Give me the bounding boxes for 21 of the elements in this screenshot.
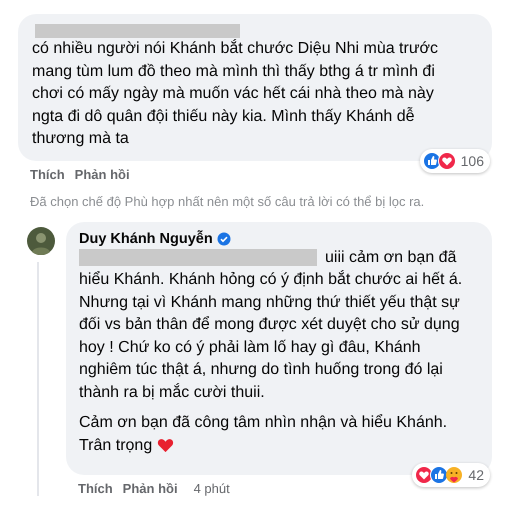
comment-action-link[interactable]: Phản hồi [74, 166, 136, 182]
reply-text: uiii cảm ơn bạn đã [325, 248, 456, 268]
care-reaction-icon [445, 466, 464, 484]
comment-action-link[interactable]: Thích [78, 481, 119, 496]
comment-action-link[interactable]: Thích [30, 166, 71, 182]
author-name[interactable]: Duy Khánh Nguyễn [79, 230, 213, 246]
heart-icon [157, 438, 174, 454]
filter-notice: Đã chọn chế độ Phù hợp nhất nên một số câu trả lời có thể bị lọc ra. [30, 194, 426, 208]
like-reaction-icon [430, 466, 448, 484]
reaction-count: 106 [460, 152, 484, 168]
comment-action-link[interactable]: Phản hồi [122, 481, 184, 496]
reaction-summary[interactable]: 42 [412, 463, 490, 487]
timestamp: 4 phút [194, 481, 230, 496]
love-reaction-icon [438, 152, 456, 170]
avatar[interactable] [26, 226, 54, 254]
reply-text: Trân trọng [79, 436, 152, 456]
reaction-summary[interactable]: 106 [420, 148, 490, 172]
comment-text: có nhiều người nói Khánh bắt chước Diệu Nhi mùa trước mang tùm lum đồ theo mà mình thì thấy bthg á tr mình đi chơi có mấy ngày mà muốn vác hết cái nhà theo mà này ngta đi dô quân đội thiếu này kia. Mình thấy Khánh dễ thương mà ta [32, 38, 440, 149]
reply-text: Cảm ơn bạn đã công tâm nhìn nhận và hiểu Khánh. [79, 413, 448, 433]
reply-text: hiểu Khánh. Khánh hỏng có ý định bắt chước ai hết á. Nhưng tại vì Khánh mang những thứ thiết yếu thật sự đối vs bản thân để mong được xét duyệt cho sử dụng hoy ! Chứ ko có ý phải làm lố hay gì đâu, Khánh nghiêm túc thật á, nhưng do tình huống trong đó lại thành ra bị mắc cười thuii. [79, 269, 464, 402]
reaction-count: 42 [468, 467, 484, 483]
